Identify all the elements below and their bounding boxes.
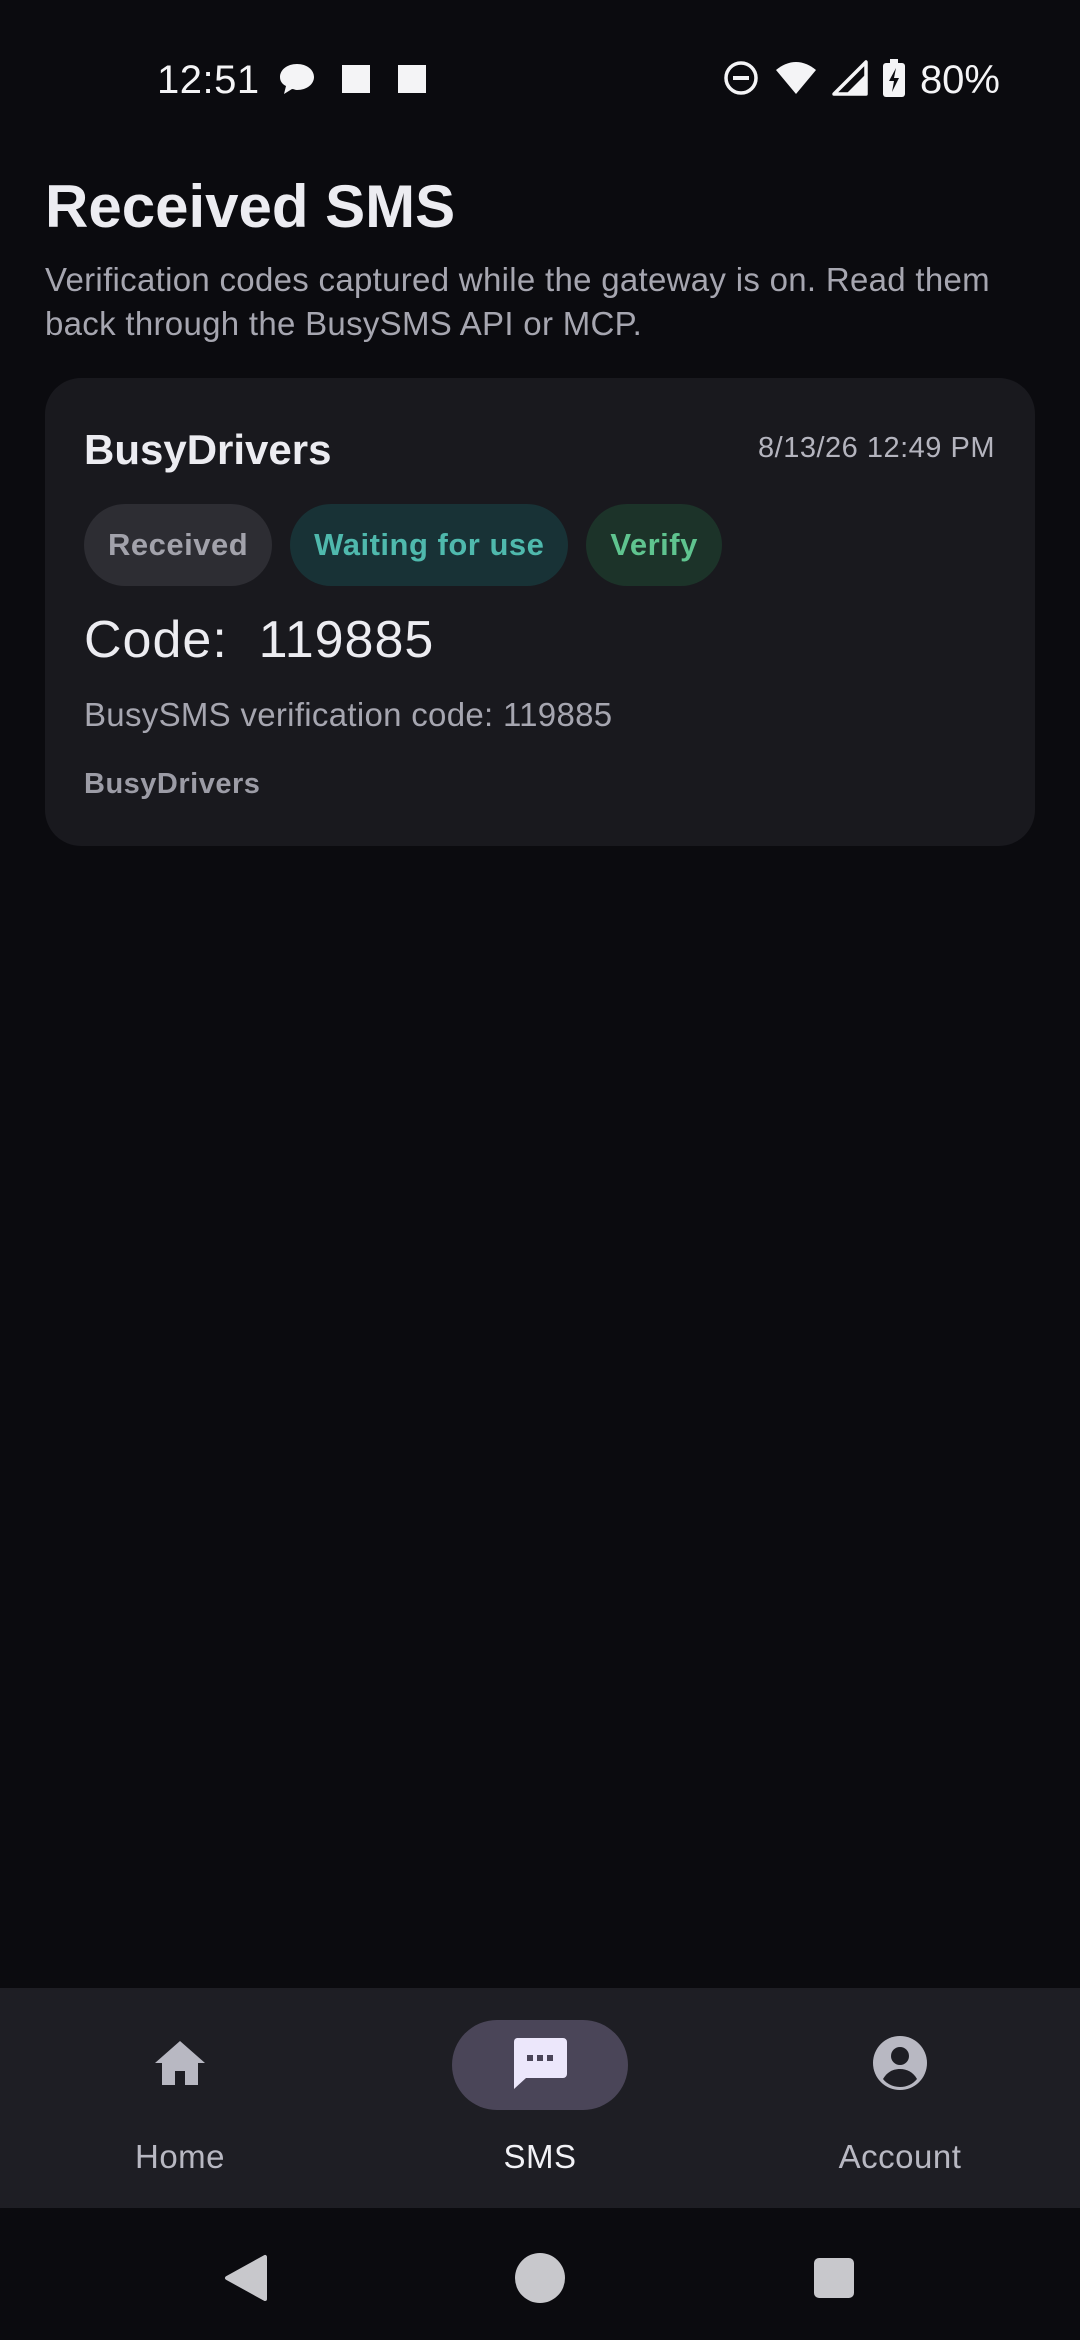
nav-pill-account	[812, 2020, 988, 2110]
signal-icon	[832, 60, 868, 101]
nav-pill-home	[92, 2020, 268, 2110]
dnd-icon	[722, 59, 760, 102]
account-icon	[871, 2034, 929, 2097]
nav-pill-sms	[452, 2020, 628, 2110]
nav-label-account: Account	[838, 2138, 962, 2175]
sms-body: BusySMS verification code: 119885	[84, 696, 613, 733]
chat-bubble-icon	[278, 62, 316, 101]
page-title: Received SMS	[45, 173, 456, 240]
bottom-nav: Home SMS Account	[0, 1988, 1080, 2208]
battery-percent: 80%	[919, 58, 1000, 102]
wifi-icon	[774, 60, 818, 101]
nav-item-home[interactable]: Home	[0, 1988, 360, 2208]
nav-label-sms: SMS	[503, 2138, 577, 2175]
system-status-icons: 80%	[722, 58, 1000, 103]
home-circle-icon[interactable]	[512, 2250, 568, 2306]
nav-item-sms[interactable]: SMS	[360, 1988, 720, 2208]
status-badge-verify: Verify	[586, 504, 722, 586]
status-badge-received: Received	[84, 504, 273, 586]
page-subtitle: Verification codes captured while the ga…	[45, 261, 990, 342]
back-icon[interactable]	[218, 2250, 274, 2306]
status-time: 12:51	[157, 58, 260, 102]
sms-card[interactable]: BusyDrivers 8/13/26 12:49 PM Received Wa…	[45, 378, 1035, 846]
sms-timestamp: 8/13/26 12:49 PM	[758, 432, 995, 464]
sms-icon	[511, 2035, 569, 2096]
square-icon	[340, 63, 372, 100]
home-icon	[152, 2038, 208, 2093]
nav-label-home: Home	[134, 2138, 226, 2175]
sms-source: BusyDrivers	[84, 768, 261, 800]
nav-item-account[interactable]: Account	[720, 1988, 1080, 2208]
notification-icons	[278, 62, 428, 101]
verification-code: Code: 119885	[84, 611, 435, 669]
sms-sender: BusyDrivers	[84, 426, 332, 473]
square-icon	[396, 63, 428, 100]
status-badges: Received Waiting for use Verify	[84, 504, 722, 586]
status-bar: 12:51 80%	[0, 0, 1080, 168]
system-nav-bar	[0, 2208, 1080, 2340]
recents-icon[interactable]	[806, 2250, 862, 2306]
battery-charging-icon	[882, 58, 906, 103]
status-badge-waiting: Waiting for use	[290, 504, 569, 586]
